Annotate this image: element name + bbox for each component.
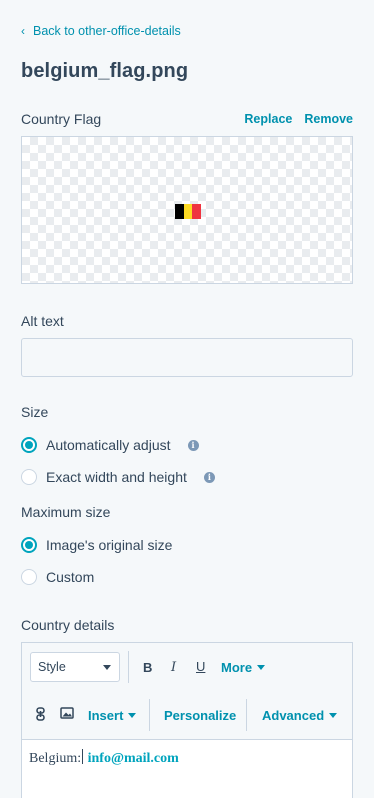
size-label: Size: [21, 404, 49, 420]
max-size-label: Maximum size: [21, 504, 111, 520]
chevron-left-icon: ‹: [21, 24, 25, 38]
underline-button[interactable]: U: [196, 659, 205, 674]
advanced-button-label: Advanced: [262, 708, 325, 723]
chevron-down-icon: [128, 713, 137, 718]
info-icon[interactable]: i: [187, 439, 199, 451]
insert-button-label: Insert: [88, 708, 124, 723]
content-prefix: Belgium:: [29, 751, 82, 766]
advanced-button[interactable]: Advanced: [262, 708, 338, 723]
country-flag-label: Country Flag: [21, 111, 102, 127]
more-button[interactable]: More: [221, 660, 266, 675]
max-size-option-custom-label: Custom: [46, 569, 95, 585]
belgium-flag-image: [175, 204, 202, 219]
replace-button[interactable]: Replace: [244, 112, 292, 126]
size-option-auto-label: Automatically adjust: [46, 437, 171, 453]
chevron-down-icon: [103, 665, 111, 670]
style-select-label: Style: [38, 660, 66, 674]
radio-checked-icon: [21, 537, 37, 553]
flag-stripe-yellow: [183, 204, 193, 219]
flag-actions: Replace Remove: [244, 112, 353, 126]
alt-text-label: Alt text: [21, 313, 64, 329]
max-size-option-custom[interactable]: Custom: [21, 569, 94, 585]
more-button-label: More: [221, 660, 253, 675]
info-icon[interactable]: i: [203, 471, 215, 483]
content-email-link[interactable]: info@mail.com: [88, 751, 179, 766]
max-size-option-original-label: Image's original size: [46, 537, 173, 553]
insert-button[interactable]: Insert: [88, 708, 137, 723]
country-details-label: Country details: [21, 617, 115, 633]
radio-unchecked-icon: [21, 469, 37, 485]
editor-content[interactable]: Belgium: info@mail.com: [29, 749, 179, 767]
text-cursor: [82, 749, 84, 764]
style-select[interactable]: Style: [30, 652, 120, 682]
toolbar-divider: [128, 651, 129, 683]
image-icon[interactable]: [60, 707, 74, 722]
max-size-option-original[interactable]: Image's original size: [21, 537, 172, 553]
bold-button[interactable]: B: [143, 660, 152, 675]
size-option-exact-label: Exact width and height: [46, 469, 187, 485]
size-option-auto[interactable]: Automatically adjust i: [21, 437, 199, 453]
italic-button[interactable]: I: [171, 660, 176, 675]
chevron-down-icon: [329, 713, 338, 718]
personalize-button[interactable]: Personalize: [164, 708, 236, 723]
flag-stripe-red: [192, 204, 202, 219]
flag-stripe-black: [175, 204, 184, 219]
back-link[interactable]: ‹ Back to other-office-details: [21, 24, 181, 38]
editor-toolbar: Style B I U More Insert Personalize Adva…: [22, 643, 352, 740]
image-preview[interactable]: [21, 136, 353, 284]
page-title: belgium_flag.png: [21, 60, 189, 82]
alt-text-input[interactable]: [21, 338, 353, 377]
back-link-label: Back to other-office-details: [33, 24, 181, 38]
rich-text-editor: Style B I U More Insert Personalize Adva…: [21, 642, 353, 798]
radio-unchecked-icon: [21, 569, 37, 585]
remove-button[interactable]: Remove: [304, 112, 353, 126]
toolbar-divider: [246, 699, 247, 731]
link-icon[interactable]: [36, 707, 45, 724]
size-option-exact[interactable]: Exact width and height i: [21, 469, 215, 485]
radio-checked-icon: [21, 437, 37, 453]
toolbar-divider: [149, 699, 150, 731]
chevron-down-icon: [257, 665, 266, 670]
